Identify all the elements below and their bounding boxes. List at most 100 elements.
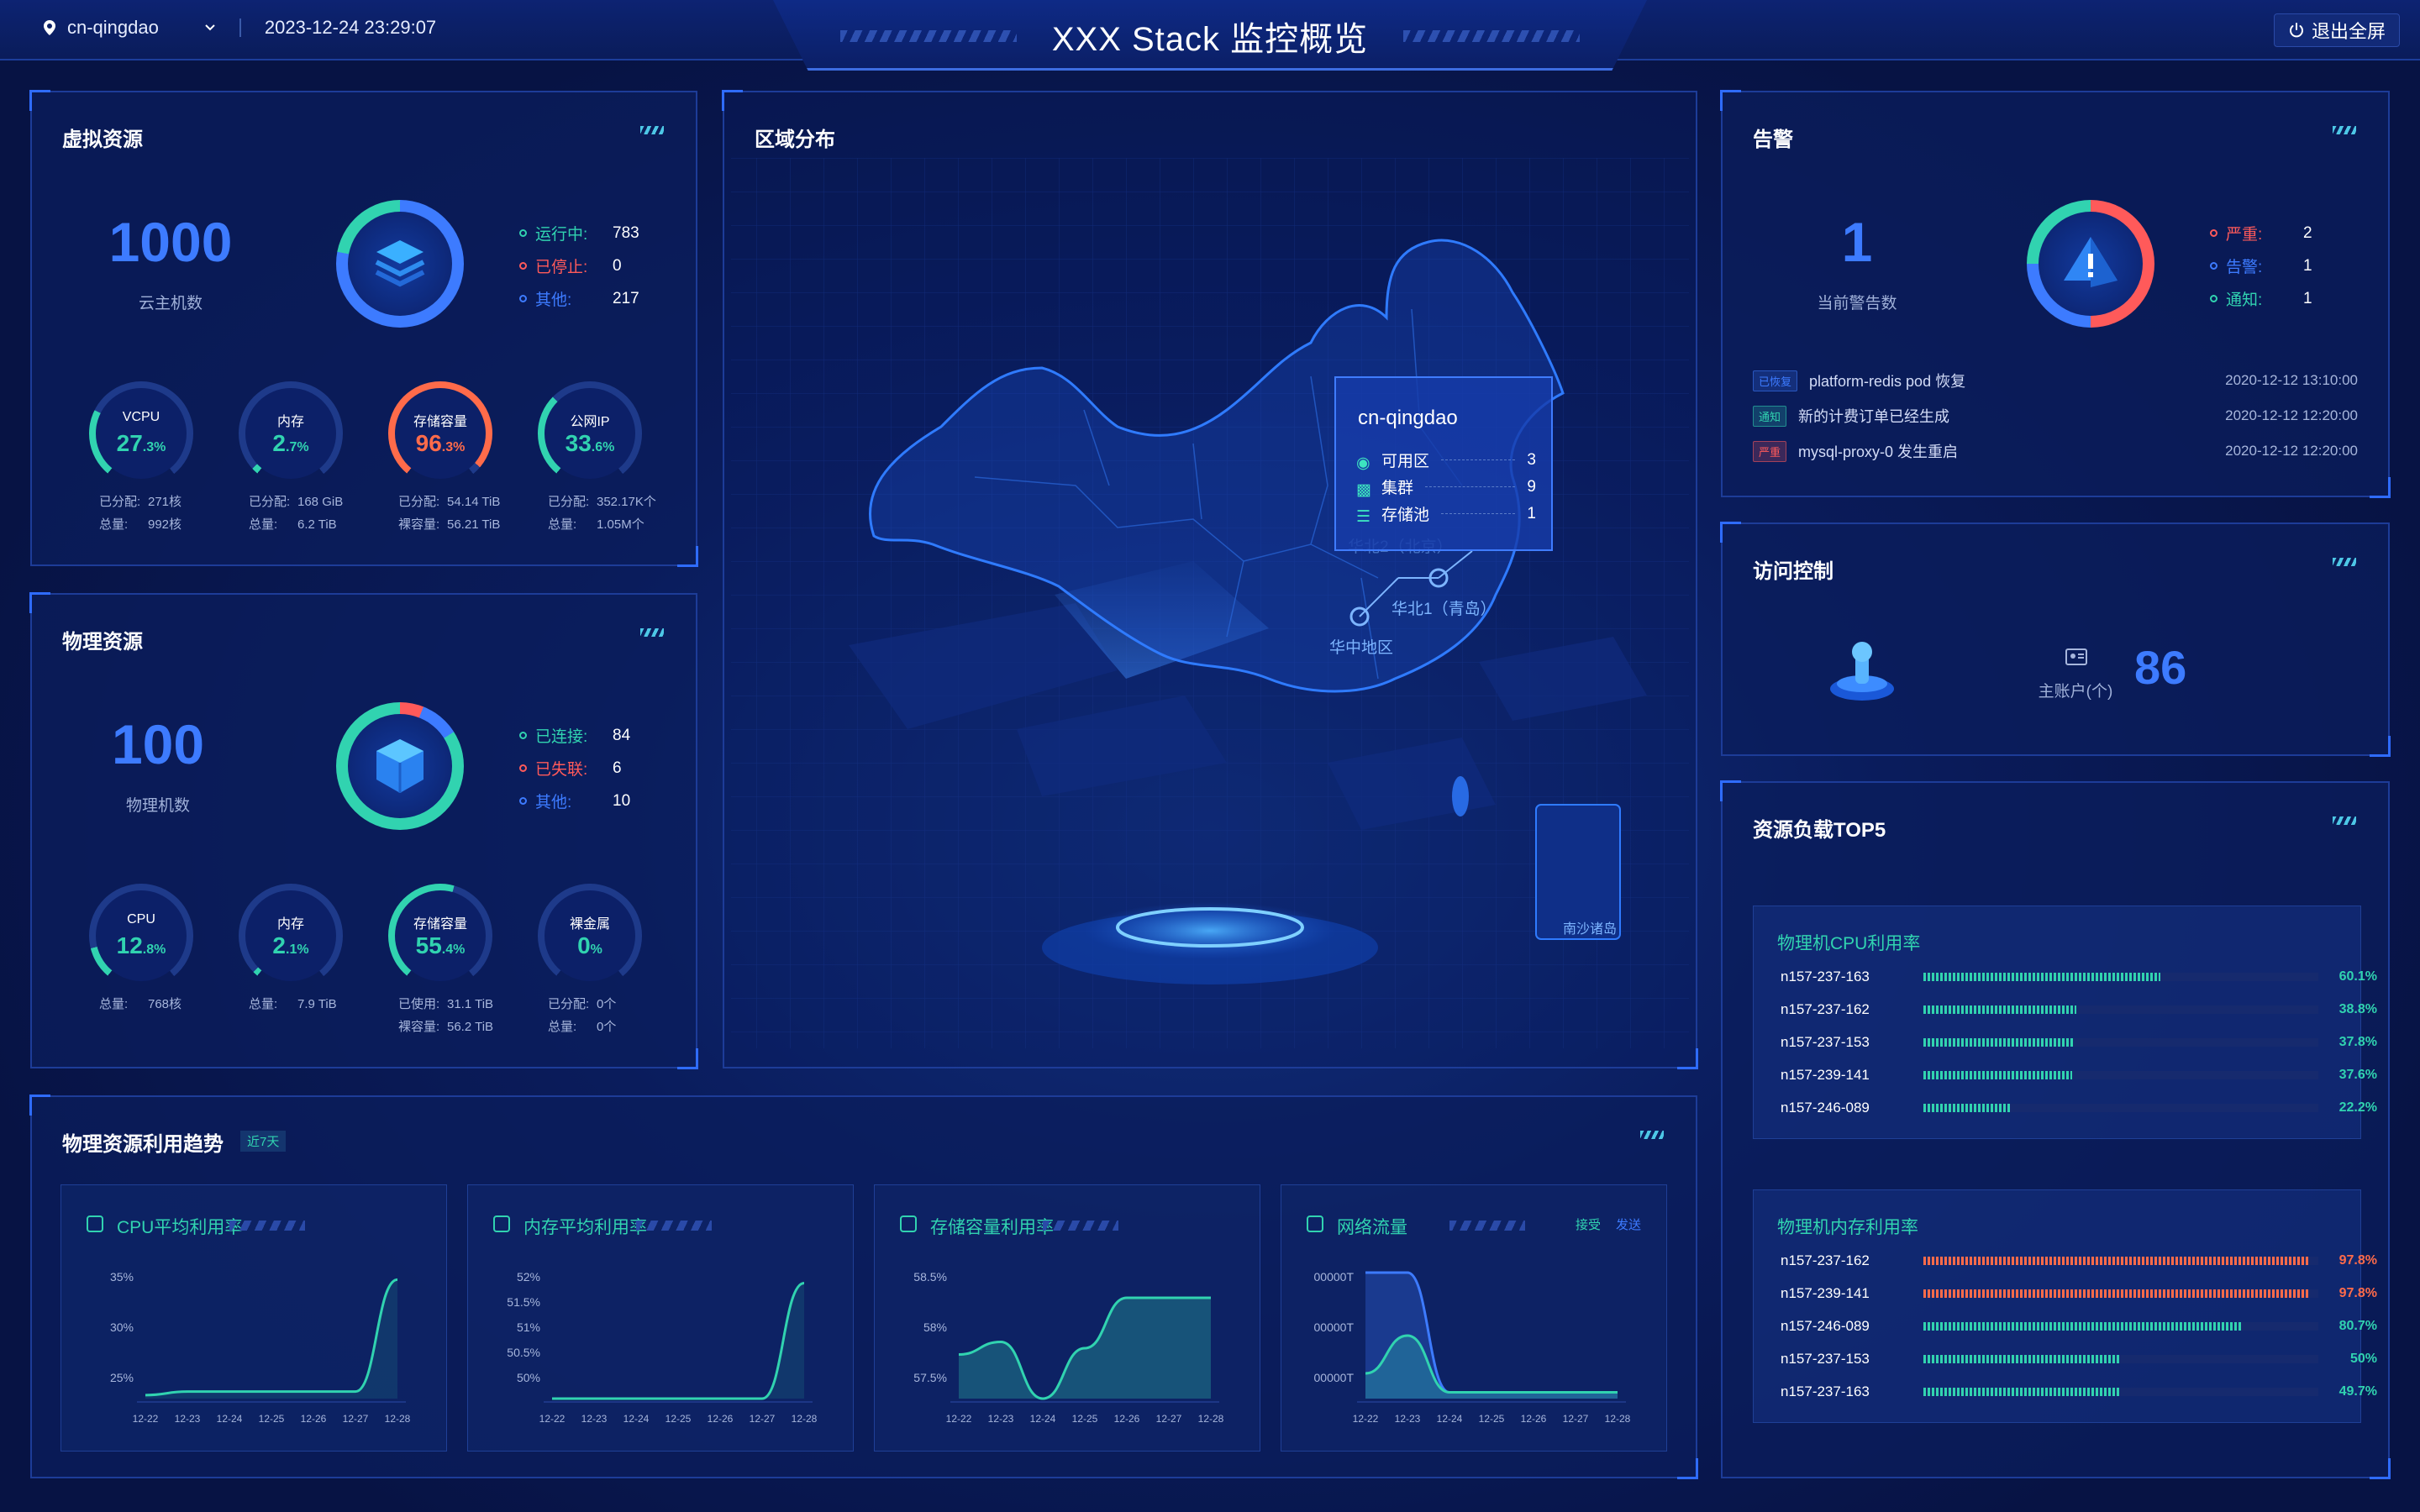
- gauge-note: 已分配: 271核 总量: 992核: [99, 491, 242, 536]
- note-value: 0个: [597, 997, 617, 1011]
- account-count: 86: [2134, 641, 2187, 694]
- vm-ring: [336, 200, 464, 328]
- y-tick-label: 50.5%: [507, 1346, 540, 1359]
- usage-bar-fill: [1923, 1038, 2073, 1047]
- top5-row: n157-237-162 38.8%: [1781, 1001, 2377, 1018]
- pm-total-caption: 物理机数: [125, 797, 190, 815]
- host-name: n157-237-162: [1781, 1001, 1870, 1017]
- access-control-icon: [1830, 642, 1894, 701]
- usage-bar: [1923, 1005, 2318, 1014]
- usage-gauge: 裸金属 0%: [538, 884, 642, 988]
- series-area: [552, 1283, 804, 1399]
- host-name: n157-239-141: [1781, 1285, 1870, 1301]
- trend-chart-card: 网络流量 接受 发送 00000T 00000T 00000T 12-22 12-23 12-2…: [1281, 1184, 1667, 1452]
- x-tick-label: 12-24: [1030, 1413, 1056, 1425]
- usage-bar-fill: [1923, 1104, 2012, 1112]
- stat-label: 通知:: [2226, 291, 2263, 309]
- x-tick-label: 12-28: [792, 1413, 818, 1425]
- stat-value: 1: [2303, 289, 2312, 307]
- usage-gauge: 存储容量 96.3%: [388, 381, 492, 486]
- alarm-total-caption: 当前警告数: [1817, 295, 1897, 312]
- top5-row: n157-246-089 80.7%: [1781, 1318, 2377, 1335]
- note-key: 裸容量:: [398, 1020, 440, 1034]
- gauge-value-dec: .7%: [286, 440, 309, 454]
- note-key: 总量:: [249, 517, 278, 532]
- alarm-item[interactable]: 通知 新的计费订单已经生成 2020-12-12 12:20:00: [1753, 405, 2358, 427]
- note-key: 已分配:: [548, 495, 590, 509]
- y-tick-label: 57.5%: [913, 1371, 947, 1384]
- usage-bar: [1923, 1388, 2318, 1396]
- note-key: 总量:: [249, 997, 278, 1011]
- gauge-label: 公网IP: [570, 415, 610, 429]
- alarm-text: 新的计费订单已经生成: [1798, 408, 1950, 425]
- tooltip-row: ◉ 可用区 3: [1356, 449, 1536, 472]
- status-dot: [519, 732, 527, 739]
- region-tooltip: cn-qingdao ◉ 可用区 3 ▩ 集群 9 ☰ 存储池 1: [1334, 376, 1553, 551]
- trend-chart: 52% 51.5% 51% 50.5% 50% 12-22 12-23 12-24 12-25 1…: [507, 1270, 818, 1425]
- usage-bar: [1923, 973, 2318, 981]
- tooltip-row-label: 集群: [1381, 480, 1414, 497]
- usage-bar-fill: [1923, 1289, 2310, 1298]
- gauge-value-dec: .1%: [286, 942, 309, 957]
- gauge-label: VCPU: [122, 410, 160, 424]
- note-key: 已使用:: [398, 997, 440, 1011]
- tooltip-title: cn-qingdao: [1358, 407, 1458, 429]
- panel-title: 物理资源: [62, 631, 143, 654]
- location-selector[interactable]: cn-qingdao 2023-12-24 23:29:07: [44, 17, 436, 39]
- alarm-time: 2020-12-12 12:20:00: [2225, 407, 2358, 423]
- chevron-down-icon[interactable]: [204, 24, 216, 32]
- stat-label: 已停止:: [535, 259, 588, 276]
- host-name: n157-237-153: [1781, 1034, 1870, 1050]
- note-key: 已分配:: [99, 495, 141, 509]
- stat-value: 217: [613, 289, 639, 307]
- gauge-value-dec: .8%: [142, 942, 166, 957]
- note-value: 54.14 TiB: [447, 495, 501, 509]
- y-tick-label: 00000T: [1314, 1270, 1355, 1284]
- top5-row: n157-237-163 49.7%: [1781, 1383, 2377, 1400]
- usage-bar-fill: [1923, 1388, 2120, 1396]
- x-tick-label: 12-22: [1353, 1413, 1379, 1425]
- tooltip-row-label: 可用区: [1381, 453, 1430, 470]
- alarm-item[interactable]: 已恢复 platform-redis pod 恢复 2020-12-12 13:10…: [1753, 370, 2358, 391]
- panel-title: 访问控制: [1753, 560, 1833, 583]
- top5-row: n157-237-153 37.8%: [1781, 1034, 2377, 1051]
- panel-title: 虚拟资源: [62, 129, 143, 151]
- x-tick-label: 12-26: [301, 1413, 327, 1425]
- gauge-note: 已分配: 54.14 TiB 裸容量: 56.21 TiB: [398, 491, 541, 536]
- cluster-icon: ▩: [1356, 480, 1371, 499]
- gauge-value-int: 2: [272, 932, 286, 958]
- map-label-north1[interactable]: 华北1（青岛）: [1392, 596, 1497, 619]
- y-tick-label: 30%: [110, 1320, 134, 1334]
- gauge-value: 0%: [538, 932, 642, 959]
- range-badge[interactable]: 近7天: [240, 1131, 287, 1152]
- note-value: 168 GiB: [297, 495, 344, 509]
- usage-bar: [1923, 1322, 2318, 1331]
- series-area: [145, 1279, 397, 1399]
- gauge-label: 裸金属: [569, 917, 610, 932]
- alarm-item[interactable]: 严重 mysql-proxy-0 发生重启 2020-12-12 12:20:00: [1753, 440, 2358, 462]
- gauge-value-dec: .3%: [142, 440, 166, 454]
- location-icon: ◉: [1356, 454, 1370, 472]
- location-pin-icon: [44, 20, 55, 35]
- stat-label: 已失联:: [535, 761, 588, 779]
- y-tick-label: 52%: [517, 1270, 540, 1284]
- gauge-value-int: 33: [565, 430, 592, 456]
- stat-row: 严重: 2: [2210, 222, 2312, 244]
- map-label-central[interactable]: 华中地区: [1329, 635, 1393, 658]
- status-dot: [519, 229, 527, 237]
- alarm-total: 1: [1841, 211, 1873, 273]
- x-tick-label: 12-22: [946, 1413, 972, 1425]
- note-key: 裸容量:: [398, 517, 440, 532]
- usage-bar-fill: [1923, 1257, 2310, 1265]
- y-tick-label: 00000T: [1314, 1320, 1355, 1334]
- exit-fullscreen-button[interactable]: 退出全屏: [2273, 13, 2400, 47]
- x-tick-label: 12-25: [259, 1413, 285, 1425]
- alarm-text: platform-redis pod 恢复: [1809, 373, 1966, 390]
- gauge-value: 96.3%: [388, 430, 492, 457]
- top5-row: n157-239-141 37.6%: [1781, 1067, 2377, 1084]
- x-tick-label: 12-25: [1072, 1413, 1098, 1425]
- x-tick-label: 12-24: [217, 1413, 243, 1425]
- x-tick-label: 12-25: [1479, 1413, 1505, 1425]
- cpu-top5-title: 物理机CPU利用率: [1777, 934, 1921, 953]
- usage-bar-fill: [1923, 1355, 2121, 1363]
